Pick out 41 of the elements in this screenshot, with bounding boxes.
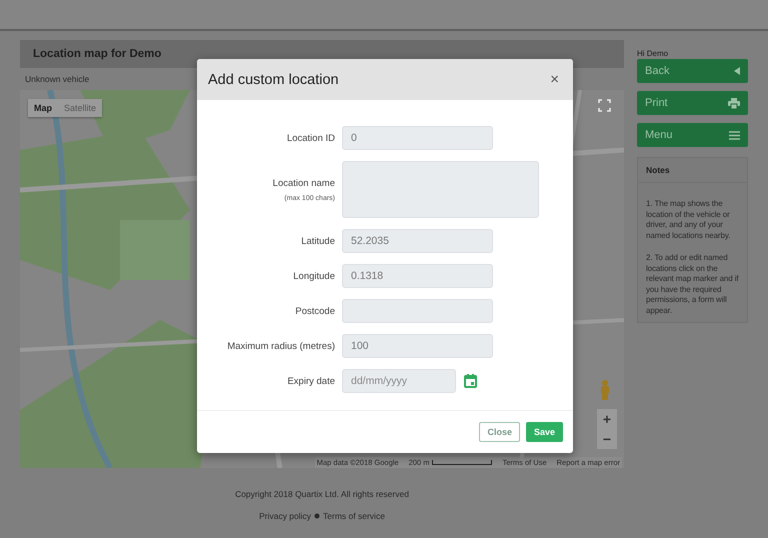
save-button[interactable]: Save — [526, 422, 563, 442]
panel-title: Location map for Demo — [33, 48, 162, 60]
field-label: Longitude — [293, 270, 335, 282]
note-text: 2. To add or edit named locations click on the relevant map marker and if you have the required permissions, a form will appear. — [646, 253, 740, 316]
date-field[interactable]: dd/mm/yyyy — [342, 369, 456, 393]
footer-link[interactable]: Terms of service — [323, 511, 385, 521]
separator-icon — [314, 513, 320, 519]
field-label: Postcode — [295, 306, 335, 316]
footer-link[interactable]: Privacy policy — [259, 511, 312, 521]
sidebar-button[interactable]: Back — [637, 59, 748, 83]
note-text: 1. The map shows the location of the vehicle or driver, and any of your named locations nearby. — [646, 199, 732, 241]
zoom-in-button[interactable]: + — [597, 409, 617, 429]
field-label: Location ID — [286, 132, 335, 144]
field-label: Location name — [272, 178, 335, 188]
map-type-tab[interactable]: Satellite — [58, 99, 102, 117]
input-field[interactable]: 0 — [342, 126, 493, 150]
zoom-out-button[interactable]: − — [597, 429, 617, 449]
input-field[interactable]: 0.1318 — [342, 264, 493, 288]
caret-icon — [734, 67, 740, 75]
field-label: Expiry date — [287, 376, 335, 386]
sidebar-button[interactable]: Menu — [637, 123, 748, 147]
input-field[interactable]: 52.2035 — [342, 229, 493, 253]
close-button[interactable]: Close — [479, 422, 520, 442]
fullscreen-icon[interactable] — [598, 99, 611, 112]
greeting-text: Hi Demo — [637, 49, 670, 58]
menu-icon — [729, 130, 740, 140]
input-field[interactable]: 100 — [342, 334, 493, 358]
printer-icon — [728, 98, 740, 108]
input-field[interactable] — [342, 161, 539, 218]
calendar-icon[interactable] — [464, 374, 477, 388]
dialog-title: Add custom location — [208, 72, 339, 88]
map-type-tab[interactable]: Map — [28, 99, 58, 117]
field-label: Maximum radius (metres) — [227, 340, 335, 352]
field-label: Latitude — [301, 236, 335, 246]
sidebar-button[interactable]: Print — [637, 91, 748, 115]
scale-bar-icon — [432, 460, 492, 465]
notes-title: Notes — [638, 158, 747, 183]
copyright-text: Copyright 2018 Quartix Ltd. All rights reserved — [235, 489, 409, 499]
person-icon[interactable] — [600, 380, 610, 400]
vehicle-text: Unknown vehicle — [25, 74, 90, 84]
input-field[interactable] — [342, 299, 493, 323]
